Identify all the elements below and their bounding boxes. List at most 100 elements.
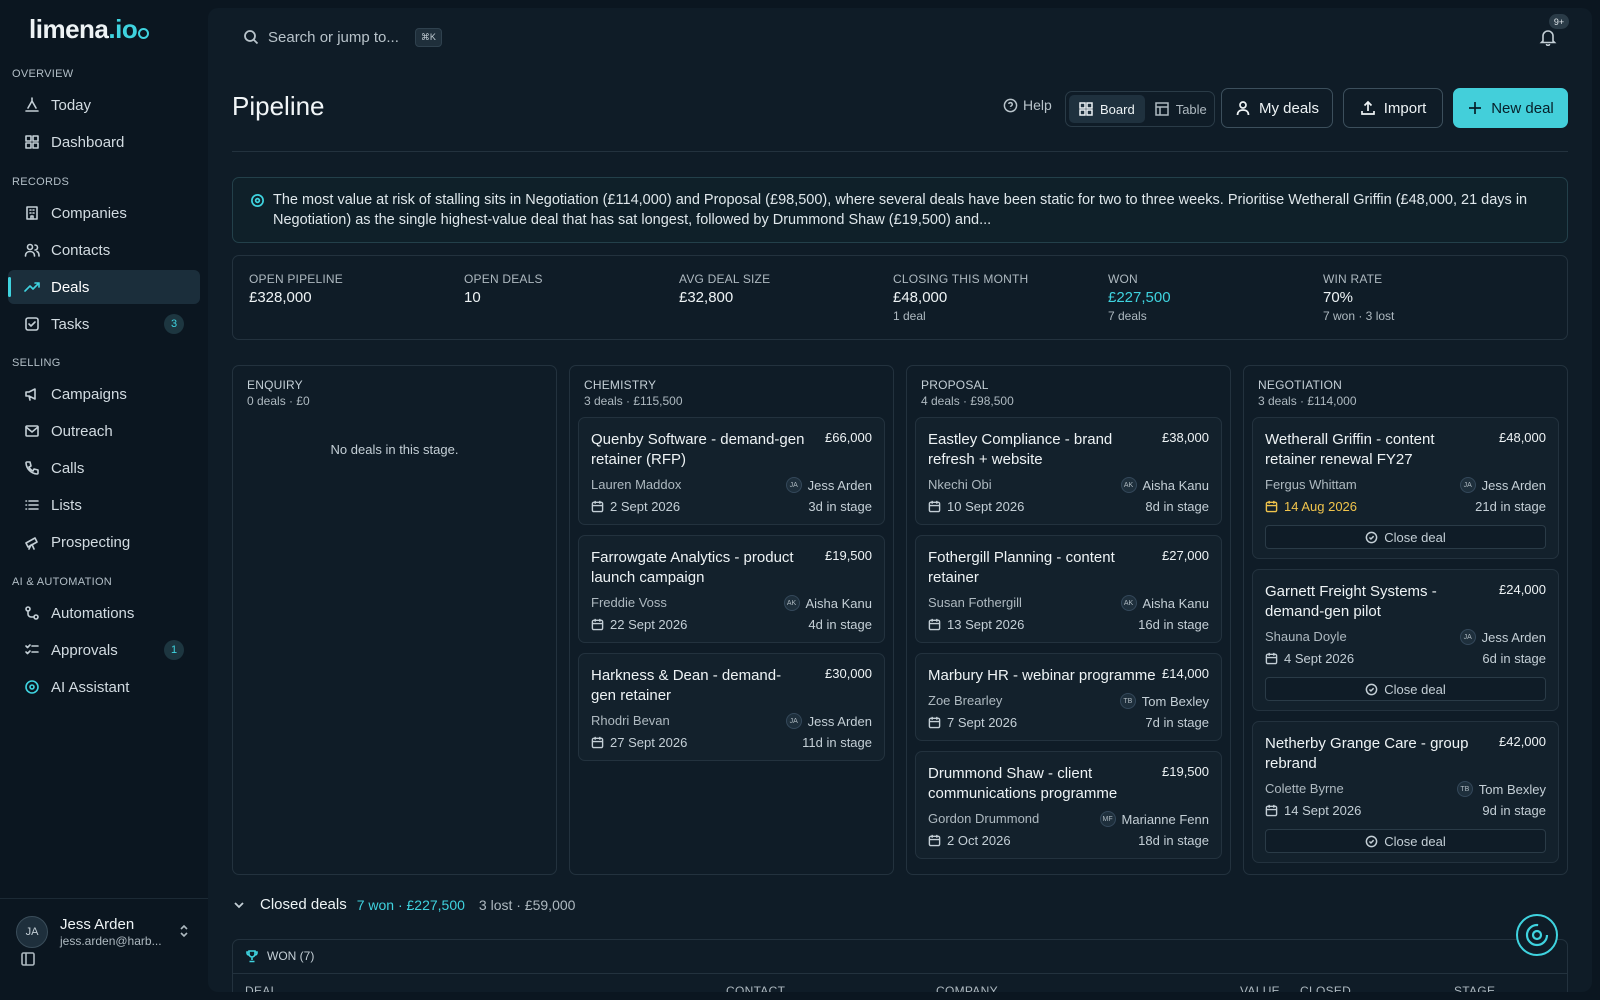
deal-stage-age: 7d in stage (1145, 715, 1209, 730)
deal-card[interactable]: Fothergill Planning - content retainer £… (915, 535, 1222, 643)
upload-icon (1360, 100, 1375, 115)
sidebar-item-outreach[interactable]: Outreach (8, 414, 200, 448)
sidebar-item-companies[interactable]: Companies (8, 196, 200, 230)
calendar-icon (928, 618, 941, 631)
stat-open-pipeline: OPEN PIPELINE £328,000 (249, 272, 343, 306)
approvals-count-badge: 1 (164, 640, 184, 660)
mail-icon (25, 425, 39, 437)
calendar-icon (591, 736, 604, 749)
owner-avatar: TB (1456, 781, 1473, 797)
deal-contact: Freddie Voss (591, 595, 667, 610)
sidebar-item-approvals[interactable]: Approvals 1 (8, 633, 200, 667)
search-input[interactable]: Search or jump to... (268, 29, 399, 46)
sidebar-item-lists[interactable]: Lists (8, 488, 200, 522)
deal-title: Drummond Shaw - client communications pr… (928, 765, 1118, 802)
sidebar-item-label: Outreach (51, 422, 113, 440)
workflow-icon (25, 606, 39, 620)
sidebar-item-calls[interactable]: Calls (8, 451, 200, 485)
column-header-deal[interactable]: DEAL (245, 984, 278, 992)
deal-card[interactable]: Wetherall Griffin - content retainer ren… (1252, 417, 1559, 559)
help-button[interactable]: Help (1003, 97, 1052, 113)
checkbox-icon (25, 317, 39, 331)
sidebar-item-label: Today (51, 96, 92, 114)
column-header-closed[interactable]: CLOSED (1300, 984, 1351, 992)
check-circle-icon (1365, 531, 1378, 543)
user-email: jess.arden@harb... (60, 934, 162, 948)
calendar-icon (591, 500, 604, 513)
import-button[interactable]: Import (1343, 88, 1443, 128)
deal-card[interactable]: Netherby Grange Care - group rebrand £42… (1252, 721, 1559, 863)
deal-stage-age: 6d in stage (1482, 651, 1546, 666)
deal-card[interactable]: Quenby Software - demand-gen retainer (R… (578, 417, 885, 525)
sidebar-toggle-icon[interactable] (20, 951, 36, 967)
deal-card[interactable]: Garnett Freight Systems - demand-gen pil… (1252, 569, 1559, 711)
table-view-button[interactable]: Table (1145, 95, 1217, 123)
deal-card[interactable]: Drummond Shaw - client communications pr… (915, 751, 1222, 859)
board-view-button[interactable]: Board (1069, 95, 1145, 123)
ai-assistant-fab[interactable] (1516, 914, 1558, 956)
deal-stage-age: 16d in stage (1138, 617, 1209, 632)
tasks-count-badge: 3 (164, 314, 184, 334)
chevron-updown-icon[interactable] (176, 923, 192, 939)
owner-avatar: JA (785, 713, 802, 729)
sidebar-item-dashboard[interactable]: Dashboard (8, 125, 200, 159)
deal-owner: TB Tom Bexley (1456, 781, 1546, 797)
column-header-contact[interactable]: CONTACT (726, 984, 785, 992)
search-bar[interactable]: Search or jump to... ⌘K (243, 26, 442, 48)
closed-deals-toggle[interactable]: Closed deals 7 won · £227,500 3 lost · £… (232, 896, 575, 913)
deal-card[interactable]: Marbury HR - webinar programme £14,000 Z… (915, 653, 1222, 741)
column-header-company[interactable]: COMPANY (936, 984, 998, 992)
ai-sparkle-icon (251, 194, 264, 207)
column-meta: 3 deals · £114,000 (1258, 394, 1357, 408)
sidebar-item-contacts[interactable]: Contacts (8, 233, 200, 267)
deal-contact: Zoe Brearley (928, 693, 1003, 708)
stats-bar: OPEN PIPELINE £328,000 OPEN DEALS 10 AVG D… (232, 255, 1568, 340)
deal-title: Quenby Software - demand-gen retainer (R… (591, 431, 805, 468)
sidebar-item-campaigns[interactable]: Campaigns (8, 377, 200, 411)
my-deals-button[interactable]: My deals (1221, 88, 1333, 128)
column-header-stage[interactable]: STAGE (1454, 984, 1495, 992)
deal-stage-age: 18d in stage (1138, 833, 1209, 848)
import-label: Import (1383, 99, 1427, 117)
sidebar-item-label: AI Assistant (51, 678, 130, 696)
owner-avatar: TB (1119, 693, 1136, 709)
column-enquiry: ENQUIRY 0 deals · £0 No deals in this sta… (232, 365, 557, 875)
column-negotiation: NEGOTIATION 3 deals · £114,000 Wetherall … (1243, 365, 1568, 875)
user-menu[interactable]: JA Jess Arden jess.arden@harb... (0, 898, 208, 1000)
sidebar-item-today[interactable]: Today (8, 88, 200, 122)
deal-close-date: 4 Sept 2026 (1265, 651, 1354, 666)
column-title: CHEMISTRY (584, 378, 657, 392)
deal-card[interactable]: Eastley Compliance - brand refresh + web… (915, 417, 1222, 525)
sidebar-item-deals[interactable]: Deals (8, 270, 200, 304)
user-name: Jess Arden (60, 916, 135, 933)
deal-owner: JA Jess Arden (1459, 629, 1546, 645)
notification-badge: 9+ (1549, 14, 1569, 29)
close-deal-button[interactable]: Close deal (1265, 829, 1546, 853)
close-deal-button[interactable]: Close deal (1265, 677, 1546, 701)
sidebar-item-label: Prospecting (51, 533, 131, 551)
close-deal-button[interactable]: Close deal (1265, 525, 1546, 549)
brand-logo[interactable]: limena.io (29, 14, 150, 45)
deal-value: £38,000 (1162, 430, 1209, 445)
sidebar-item-ai-assistant[interactable]: AI Assistant (8, 670, 200, 704)
help-icon (1003, 98, 1018, 112)
deal-title: Wetherall Griffin - content retainer ren… (1265, 431, 1435, 468)
owner-avatar: AK (783, 595, 800, 611)
deal-card[interactable]: Farrowgate Analytics - product launch ca… (578, 535, 885, 643)
trend-icon (24, 282, 40, 292)
deal-owner: JA Jess Arden (1459, 477, 1546, 493)
insight-text: The most value at risk of stalling sits … (273, 192, 1528, 228)
sidebar-item-label: Approvals (51, 641, 118, 659)
bell-icon[interactable] (1539, 28, 1557, 46)
deal-value: £30,000 (825, 666, 872, 681)
new-deal-button[interactable]: New deal (1453, 88, 1568, 128)
sidebar-item-prospecting[interactable]: Prospecting (8, 525, 200, 559)
column-header-value[interactable]: VALUE (1240, 984, 1280, 992)
section-overview: OVERVIEW (12, 68, 74, 80)
checklist-icon (25, 644, 39, 655)
sidebar-item-automations[interactable]: Automations (8, 596, 200, 630)
deal-card[interactable]: Harkness & Dean - demand-gen retainer £3… (578, 653, 885, 761)
user-icon (1236, 101, 1250, 116)
sidebar-item-tasks[interactable]: Tasks 3 (8, 307, 200, 341)
deal-title: Marbury HR - webinar programme (928, 667, 1156, 684)
